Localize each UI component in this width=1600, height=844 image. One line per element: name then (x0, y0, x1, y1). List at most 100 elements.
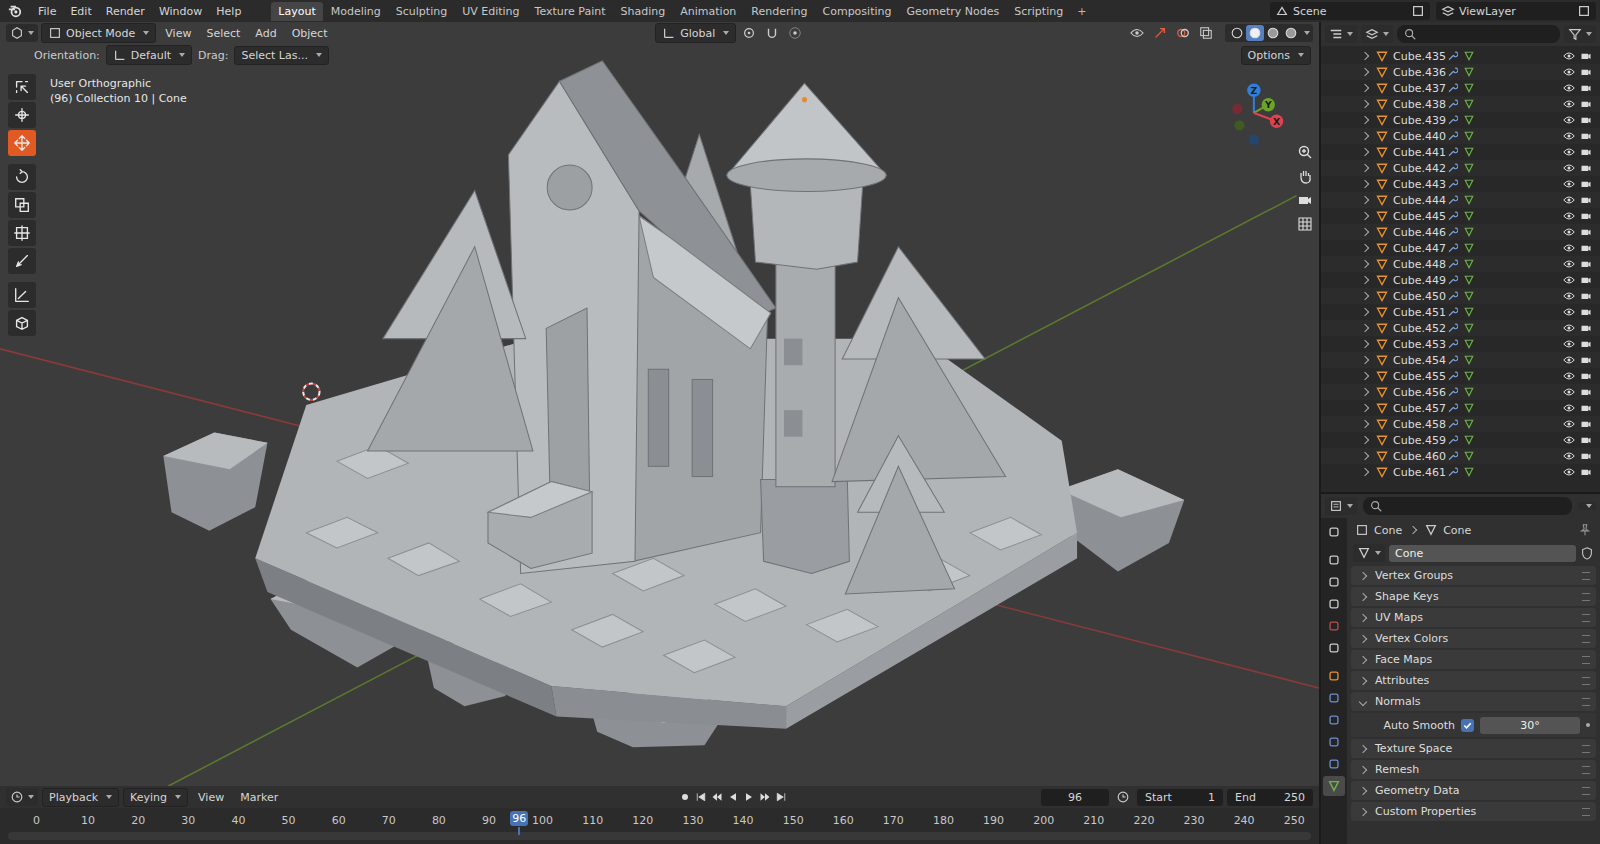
expand-toggle[interactable] (1361, 276, 1369, 284)
playhead[interactable]: 96 (510, 811, 528, 826)
drag-handle-icon[interactable] (1582, 656, 1590, 664)
expand-toggle[interactable] (1361, 68, 1369, 76)
properties-tab[interactable] (1323, 688, 1345, 708)
expand-toggle[interactable] (1361, 148, 1369, 156)
mesh-data-icon[interactable] (1463, 434, 1475, 446)
start-frame-field[interactable]: Start1 (1137, 789, 1223, 806)
expand-toggle[interactable] (1361, 372, 1369, 380)
modifier-wrench-icon[interactable] (1446, 418, 1458, 430)
mesh-data-icon[interactable] (1463, 178, 1475, 190)
outliner-row[interactable]: Cube.454 (1321, 352, 1600, 368)
3d-viewport[interactable]: Object ModeViewSelectAddObjectGlobalOrie… (0, 22, 1319, 786)
jump-end-icon[interactable] (775, 791, 787, 803)
expand-toggle[interactable] (1361, 132, 1369, 140)
properties-panel[interactable]: Custom Properties (1351, 802, 1596, 821)
filter-button[interactable] (1564, 25, 1596, 43)
properties-panel[interactable]: Remesh (1351, 760, 1596, 779)
eye-icon[interactable] (1563, 354, 1575, 366)
mesh-data-icon[interactable] (1463, 146, 1475, 158)
eye-icon[interactable] (1563, 306, 1575, 318)
modifier-wrench-icon[interactable] (1446, 114, 1458, 126)
outliner-row[interactable]: Cube.447 (1321, 240, 1600, 256)
modifier-wrench-icon[interactable] (1446, 50, 1458, 62)
preview-range-icon[interactable] (1116, 790, 1130, 804)
tool-button[interactable] (8, 310, 36, 336)
modifier-wrench-icon[interactable] (1446, 178, 1458, 190)
drag-handle-icon[interactable] (1582, 766, 1590, 774)
drag-dropdown[interactable]: Select Las... (234, 46, 329, 65)
mesh-data-icon[interactable] (1463, 338, 1475, 350)
render-camera-icon[interactable] (1580, 434, 1592, 446)
mesh-data-icon[interactable] (1463, 306, 1475, 318)
eye-icon[interactable] (1563, 226, 1575, 238)
add-workspace-button[interactable]: + (1071, 4, 1092, 19)
properties-panel[interactable]: Face Maps (1351, 650, 1596, 669)
outliner-row[interactable]: Cube.459 (1321, 432, 1600, 448)
expand-toggle[interactable] (1361, 356, 1369, 364)
mesh-data-icon[interactable] (1463, 82, 1475, 94)
render-camera-icon[interactable] (1580, 370, 1592, 382)
shading-mode-button[interactable] (1228, 25, 1246, 41)
properties-tab[interactable] (1323, 710, 1345, 730)
workspace-tab[interactable]: Sculpting (389, 2, 454, 21)
xray-icon[interactable] (1199, 26, 1213, 40)
editor-type-button[interactable] (6, 24, 38, 42)
mesh-data-icon[interactable] (1463, 466, 1475, 478)
keyframe-dot-icon[interactable] (1586, 723, 1590, 727)
tool-button[interactable] (8, 164, 36, 190)
eye-icon[interactable] (1563, 338, 1575, 350)
eye-icon[interactable] (1563, 130, 1575, 142)
properties-tab[interactable] (1323, 638, 1345, 658)
mode-dropdown[interactable]: Object Mode (41, 23, 156, 43)
mesh-data-icon[interactable] (1463, 402, 1475, 414)
modifier-wrench-icon[interactable] (1446, 210, 1458, 222)
properties-tab[interactable] (1323, 732, 1345, 752)
modifier-wrench-icon[interactable] (1446, 402, 1458, 414)
new-view-layer-icon[interactable] (1577, 4, 1591, 18)
render-camera-icon[interactable] (1580, 354, 1592, 366)
fake-user-shield-icon[interactable] (1580, 546, 1594, 560)
render-camera-icon[interactable] (1580, 450, 1592, 462)
play-icon[interactable] (743, 791, 755, 803)
options-button[interactable] (1578, 502, 1596, 510)
menu-item[interactable]: File (32, 3, 62, 20)
expand-toggle[interactable] (1361, 404, 1369, 412)
properties-search[interactable] (1363, 497, 1572, 515)
eye-icon[interactable] (1563, 242, 1575, 254)
render-camera-icon[interactable] (1580, 194, 1592, 206)
outliner-row[interactable]: Cube.443 (1321, 176, 1600, 192)
outliner-row[interactable]: Cube.458 (1321, 416, 1600, 432)
tool-button[interactable] (8, 130, 36, 156)
proportional-edit-icon[interactable] (788, 26, 802, 40)
outliner-row[interactable]: Cube.456 (1321, 384, 1600, 400)
eye-icon[interactable] (1563, 274, 1575, 286)
next-keyframe-icon[interactable] (759, 791, 771, 803)
camera-icon[interactable] (1297, 192, 1313, 208)
expand-toggle[interactable] (1361, 436, 1369, 444)
outliner-row[interactable]: Cube.445 (1321, 208, 1600, 224)
current-frame-field[interactable]: 96 (1041, 789, 1109, 806)
expand-toggle[interactable] (1361, 260, 1369, 268)
eye-icon[interactable] (1563, 210, 1575, 222)
eye-icon[interactable] (1563, 466, 1575, 478)
drag-handle-icon[interactable] (1582, 808, 1590, 816)
properties-tab[interactable] (1323, 616, 1345, 636)
mesh-data-icon[interactable] (1463, 418, 1475, 430)
properties-tab[interactable] (1323, 594, 1345, 614)
render-camera-icon[interactable] (1580, 66, 1592, 78)
expand-toggle[interactable] (1361, 52, 1369, 60)
render-camera-icon[interactable] (1580, 130, 1592, 142)
transform-orientation-dropdown[interactable]: Global (655, 23, 736, 43)
modifier-wrench-icon[interactable] (1446, 290, 1458, 302)
pan-hand-icon[interactable] (1297, 168, 1313, 184)
outliner-row[interactable]: Cube.451 (1321, 304, 1600, 320)
outliner-row[interactable]: Cube.442 (1321, 160, 1600, 176)
mesh-data-icon[interactable] (1463, 450, 1475, 462)
expand-toggle[interactable] (1361, 420, 1369, 428)
mesh-data-icon[interactable] (1463, 258, 1475, 270)
drag-handle-icon[interactable] (1582, 677, 1590, 685)
expand-toggle[interactable] (1361, 100, 1369, 108)
grid-icon[interactable] (1297, 216, 1313, 232)
outliner-row[interactable]: Cube.461 (1321, 464, 1600, 480)
shading-mode-button[interactable] (1246, 25, 1264, 41)
